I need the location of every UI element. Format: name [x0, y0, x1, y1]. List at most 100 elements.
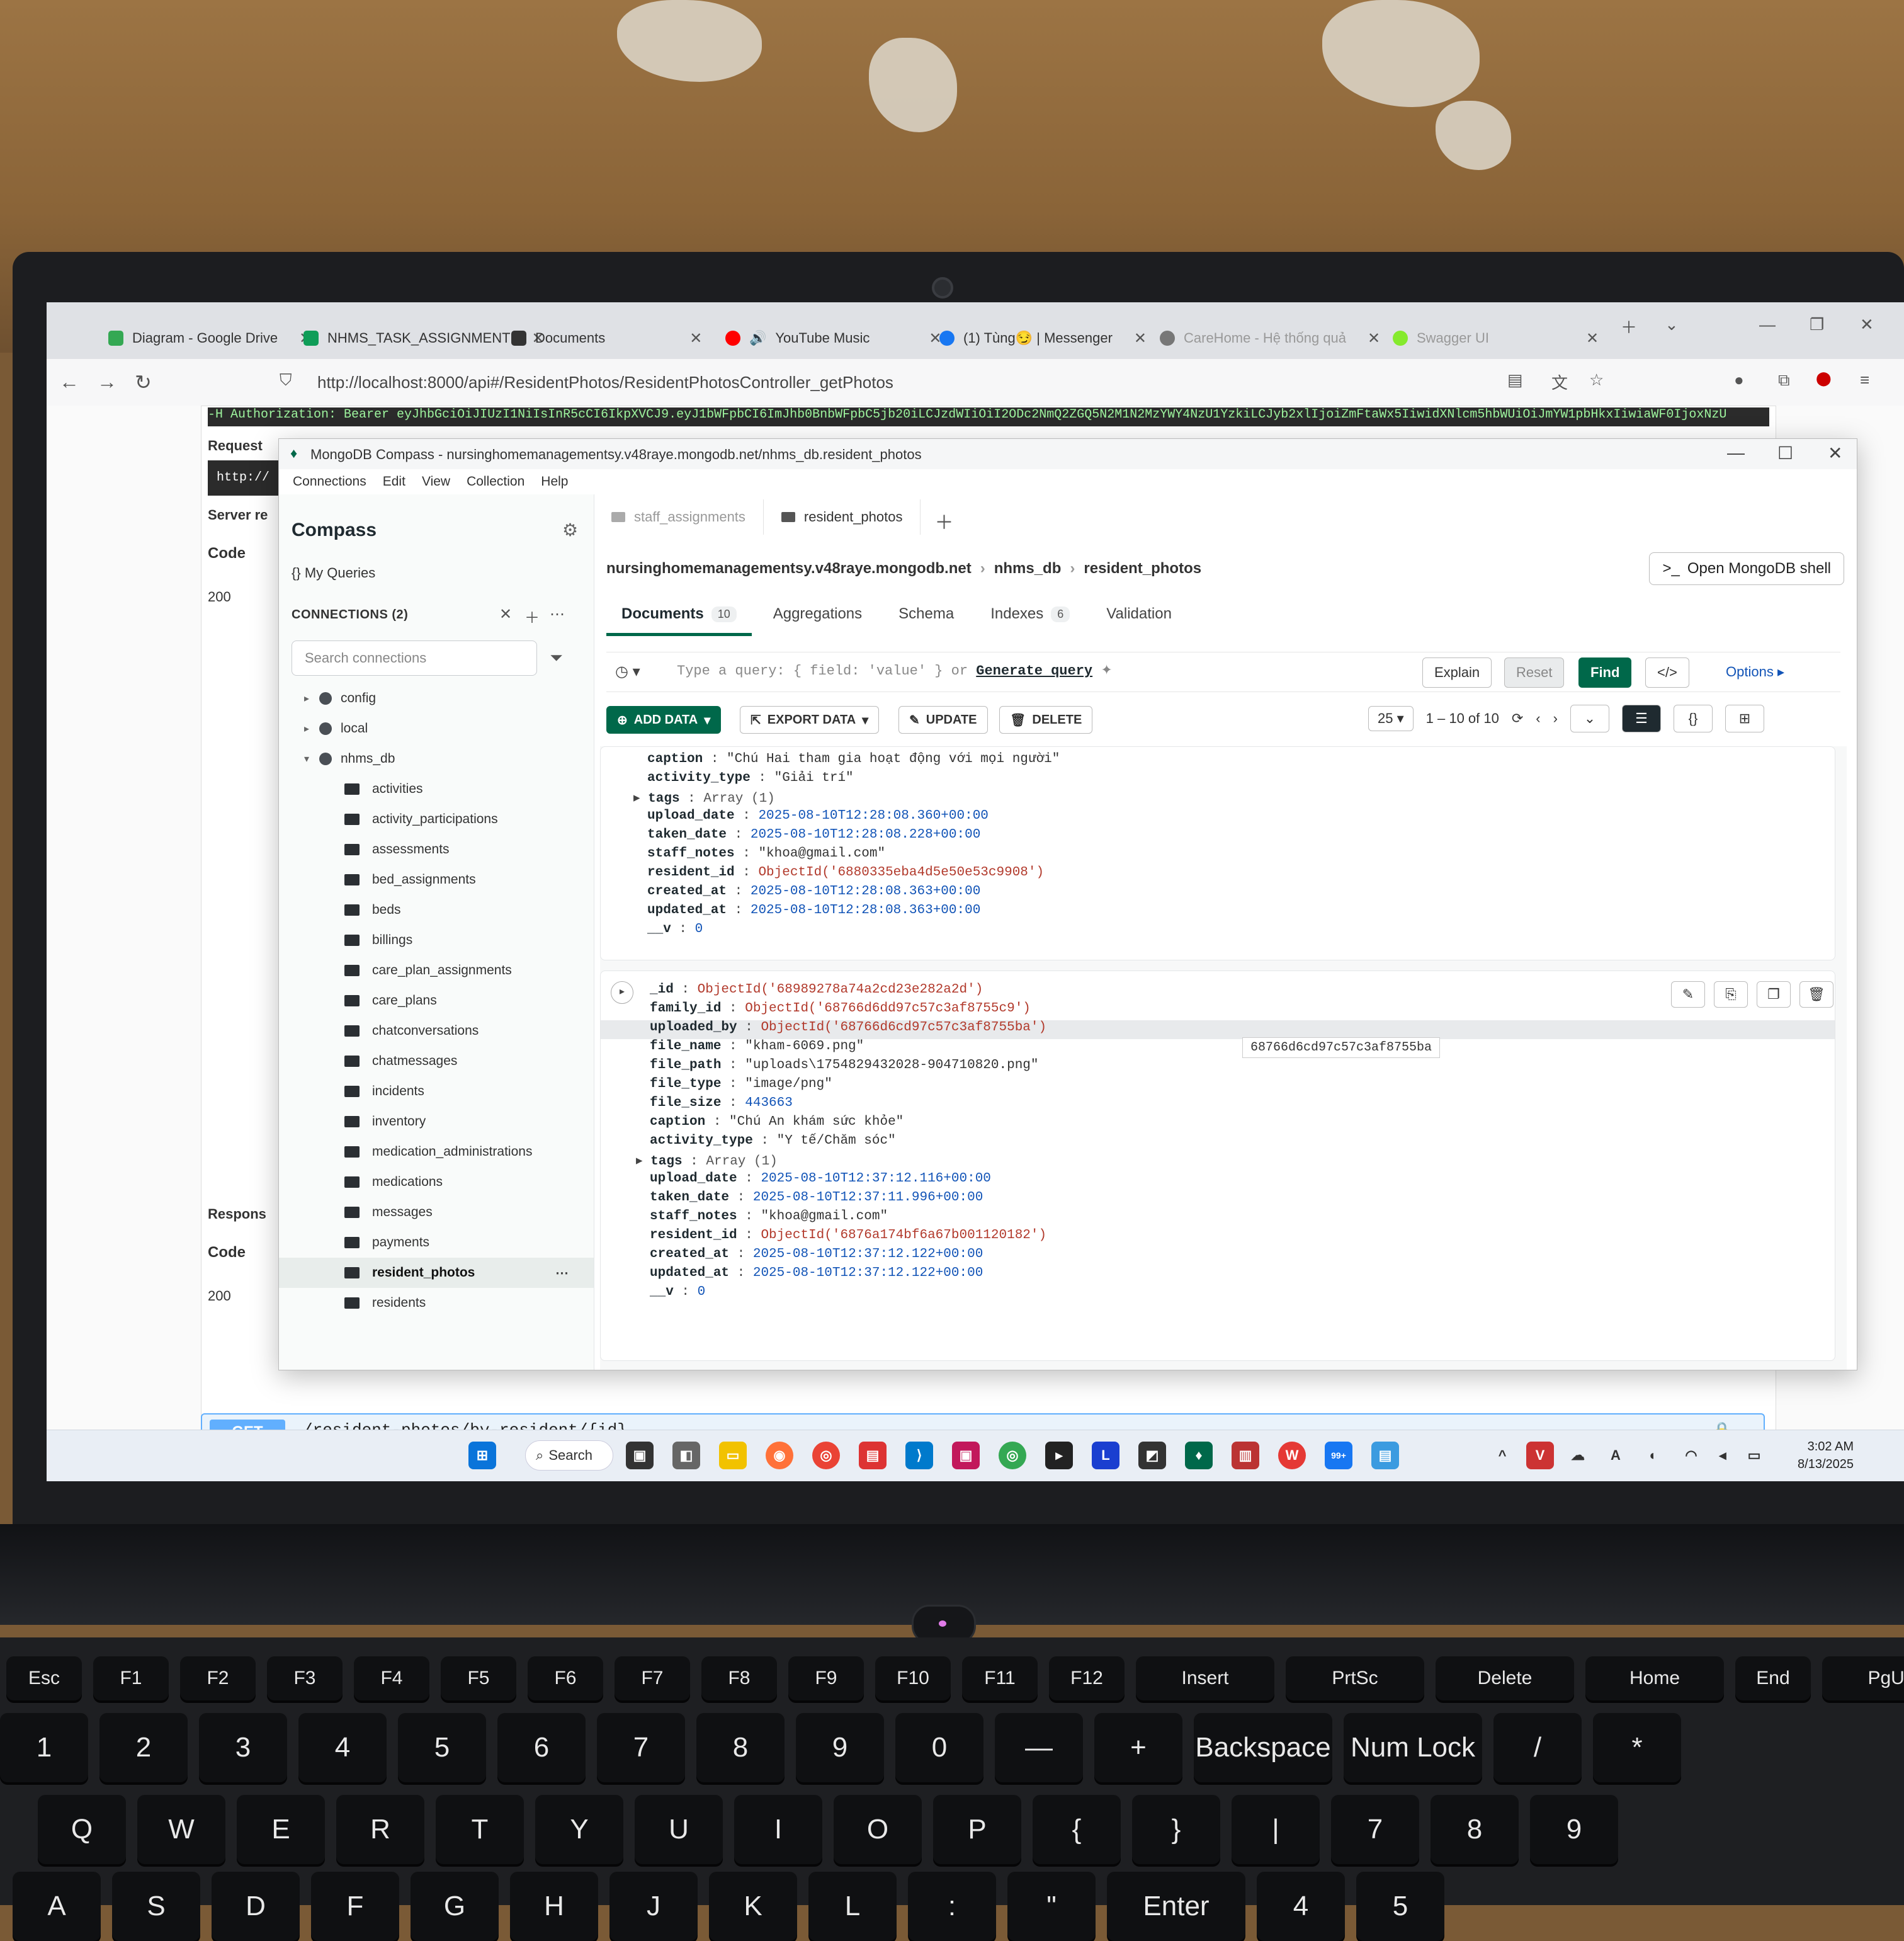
menu-edit[interactable]: Edit: [383, 474, 405, 489]
database-item[interactable]: ▸ local: [279, 714, 594, 744]
chevron-down-icon[interactable]: ⌄: [1570, 705, 1609, 732]
database-item[interactable]: ▾ nhms_db: [279, 744, 594, 774]
forward-icon[interactable]: →: [97, 370, 117, 394]
gear-icon[interactable]: ⚙: [562, 520, 578, 540]
terminal-app-icon[interactable]: ▸: [1045, 1442, 1073, 1469]
my-queries-link[interactable]: {} My Queries: [292, 565, 375, 581]
document-field[interactable]: file_size : 443663: [601, 1096, 1835, 1115]
tray-chevron-icon[interactable]: ^: [1488, 1442, 1516, 1469]
document-field[interactable]: staff_notes : "khoa@gmail.com": [601, 1209, 1835, 1228]
sublime-icon[interactable]: ◩: [1138, 1442, 1166, 1469]
tab-aggregations[interactable]: Aggregations: [758, 595, 877, 633]
chrome-icon[interactable]: ◎: [812, 1442, 840, 1469]
breadcrumb-collection[interactable]: resident_photos: [1084, 560, 1201, 577]
browser-tab-active[interactable]: Swagger UI ✕: [1381, 320, 1610, 356]
filter-icon[interactable]: ⏷: [550, 648, 563, 668]
mongodb-compass-icon[interactable]: ♦: [1185, 1442, 1213, 1469]
collection-item[interactable]: resident_photos ⋯: [279, 1258, 594, 1288]
document-field[interactable]: ▸ tags : Array (1): [601, 790, 1835, 809]
collection-item[interactable]: medications: [279, 1167, 594, 1197]
browser-tab[interactable]: Diagram - Google Drive✕: [97, 320, 323, 356]
maximize-icon[interactable]: ☐: [1777, 443, 1793, 464]
profile-icon[interactable]: ●: [1734, 370, 1744, 390]
document-field[interactable]: staff_notes : "khoa@gmail.com": [601, 846, 1835, 865]
collection-item[interactable]: beds: [279, 895, 594, 925]
breadcrumb-cluster[interactable]: nursinghomemanagementsy.v48raye.mongodb.…: [606, 560, 972, 577]
close-window-icon[interactable]: ✕: [1828, 443, 1842, 464]
more-icon[interactable]: ⋯: [550, 605, 565, 623]
code-icon[interactable]: </>: [1645, 657, 1689, 688]
tab-staff-assignments[interactable]: staff_assignments: [594, 499, 764, 535]
adblock-icon[interactable]: ⬤: [1816, 370, 1832, 387]
menu-collection[interactable]: Collection: [467, 474, 524, 489]
minimize-icon[interactable]: —: [1727, 443, 1745, 463]
chrome-dev-icon[interactable]: ◎: [999, 1442, 1026, 1469]
reload-icon[interactable]: ↻: [135, 370, 152, 394]
document-field[interactable]: activity_type : "Y tế/Chăm sóc": [601, 1134, 1835, 1153]
database-item[interactable]: ▸ config: [279, 683, 594, 714]
file-explorer-icon[interactable]: ▭: [719, 1442, 747, 1469]
lexicon-icon[interactable]: L: [1092, 1442, 1119, 1469]
reset-button[interactable]: Reset: [1504, 657, 1565, 688]
document-field[interactable]: upload_date : 2025-08-10T12:37:12.116+00…: [601, 1171, 1835, 1190]
search-connections-input[interactable]: Search connections: [292, 640, 537, 676]
close-window-icon[interactable]: ✕: [1860, 315, 1874, 334]
document-field[interactable]: ▸ tags : Array (1): [601, 1153, 1835, 1171]
extensions-icon[interactable]: ⧉: [1778, 370, 1790, 390]
caret-right-icon[interactable]: ▸: [636, 1154, 650, 1169]
close-icon[interactable]: ✕: [1586, 329, 1599, 348]
caret-right-icon[interactable]: ▸: [304, 692, 319, 705]
document-field[interactable]: updated_at : 2025-08-10T12:28:08.363+00:…: [601, 903, 1835, 922]
document-field[interactable]: file_path : "uploads\1754829432028-90471…: [601, 1058, 1835, 1077]
document-field[interactable]: updated_at : 2025-08-10T12:37:12.122+00:…: [601, 1266, 1835, 1285]
taskbar-clock[interactable]: 3:02 AM 8/13/2025: [1798, 1438, 1854, 1473]
more-icon[interactable]: ⋯: [555, 1265, 569, 1281]
document-field[interactable]: created_at : 2025-08-10T12:37:12.122+00:…: [601, 1247, 1835, 1266]
collection-item[interactable]: messages: [279, 1197, 594, 1227]
tray-app-icon[interactable]: V: [1526, 1442, 1554, 1469]
document-field[interactable]: caption : "Chú An khám sức khỏe": [601, 1115, 1835, 1134]
wps-icon[interactable]: W: [1278, 1442, 1306, 1469]
collection-item[interactable]: residents: [279, 1288, 594, 1318]
wifi-icon[interactable]: ◠: [1677, 1442, 1705, 1469]
document-field[interactable]: resident_id : ObjectId('6876a174bf6a67b0…: [601, 1228, 1835, 1247]
add-connection-icon[interactable]: ＋: [524, 605, 540, 627]
document-field[interactable]: taken_date : 2025-08-10T12:28:08.228+00:…: [601, 828, 1835, 846]
document-field[interactable]: taken_date : 2025-08-10T12:37:11.996+00:…: [601, 1190, 1835, 1209]
page-size-select[interactable]: 25 ▾: [1368, 706, 1414, 731]
document-field[interactable]: caption : "Chú Hai tham gia hoạt động vớ…: [601, 752, 1835, 771]
document-field[interactable]: upload_date : 2025-08-10T12:28:08.360+00…: [601, 809, 1835, 828]
find-button[interactable]: Find: [1578, 657, 1632, 688]
query-input[interactable]: Type a query: { field: 'value' } or Gene…: [677, 663, 1113, 679]
shield-icon[interactable]: ⛉: [280, 370, 292, 390]
messenger-app-icon[interactable]: 99+: [1325, 1442, 1352, 1469]
tab-documents[interactable]: Documents 10: [606, 595, 752, 636]
tray-status-icon[interactable]: ◐: [1640, 1442, 1667, 1469]
breadcrumb-database[interactable]: nhms_db: [994, 560, 1062, 577]
restore-icon[interactable]: ❐: [1810, 315, 1824, 334]
caret-right-icon[interactable]: ▸: [304, 722, 319, 735]
close-icon[interactable]: ✕: [1368, 329, 1380, 348]
chevron-left-icon[interactable]: ‹: [1536, 710, 1540, 727]
tab-validation[interactable]: Validation: [1091, 595, 1187, 633]
collection-item[interactable]: care_plans: [279, 986, 594, 1016]
caret-down-icon[interactable]: ▾: [304, 753, 319, 765]
options-button[interactable]: Options ▸: [1714, 657, 1796, 686]
task-view-icon[interactable]: ▣: [626, 1442, 654, 1469]
windows-start-icon[interactable]: ⊞: [468, 1442, 496, 1469]
document-field[interactable]: created_at : 2025-08-10T12:28:08.363+00:…: [601, 884, 1835, 903]
close-icon[interactable]: ✕: [1134, 329, 1147, 348]
collection-item[interactable]: activity_participations: [279, 804, 594, 834]
collection-item[interactable]: payments: [279, 1227, 594, 1258]
firefox-icon[interactable]: ◉: [766, 1442, 793, 1469]
tab-schema[interactable]: Schema: [883, 595, 969, 633]
document-field[interactable]: activity_type : "Giải trí": [601, 771, 1835, 790]
close-icon[interactable]: ✕: [689, 329, 702, 348]
minimize-icon[interactable]: —: [1759, 315, 1776, 334]
volume-icon[interactable]: ◂: [1709, 1442, 1737, 1469]
chevron-down-icon[interactable]: ⌄: [1665, 315, 1679, 334]
document-field[interactable]: family_id : ObjectId('68766d6dd97c57c3af…: [601, 1001, 1835, 1020]
generate-query-link[interactable]: Generate query: [976, 663, 1092, 679]
add-tab-icon[interactable]: ＋: [921, 507, 967, 535]
history-icon[interactable]: ◷ ▾: [615, 663, 640, 681]
